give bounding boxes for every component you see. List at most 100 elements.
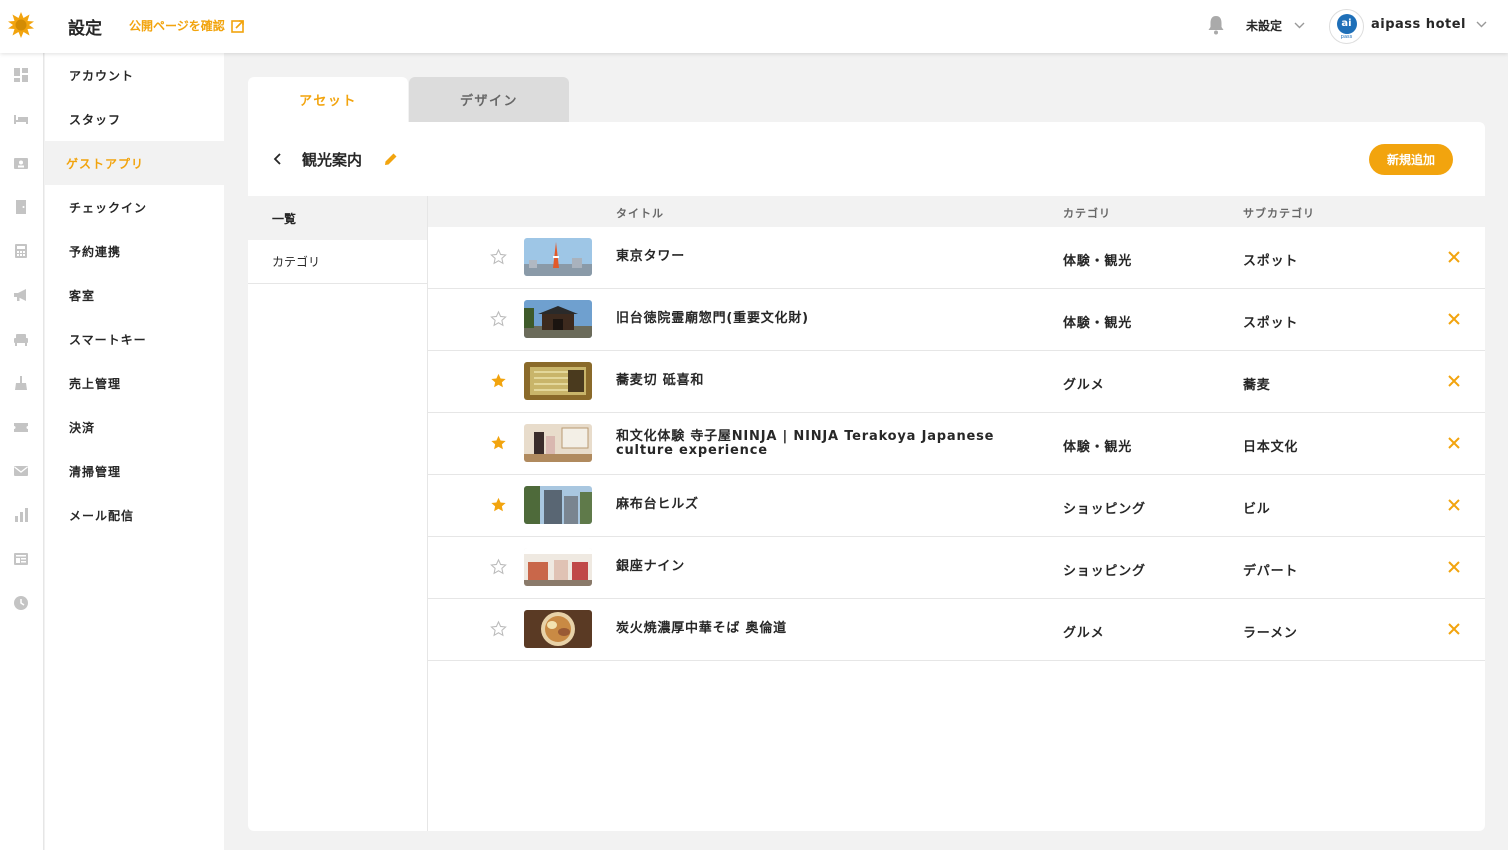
row-subcategory: スポット	[1243, 254, 1299, 269]
row-title: 蕎麦切 砥喜和	[616, 373, 705, 388]
contact-card-icon[interactable]	[13, 155, 29, 171]
card-title: 観光案内	[302, 151, 363, 169]
logo-icon[interactable]	[8, 12, 34, 38]
settings-menu: アカウント スタッフ ゲストアプリ チェックイン 予約連携 客室 スマートキー …	[45, 53, 224, 850]
row-title: 炭火焼濃厚中華そば 奥倫道	[616, 621, 787, 636]
menu-item-account[interactable]: アカウント	[45, 53, 224, 97]
close-icon[interactable]	[1448, 375, 1460, 387]
table-row[interactable]: 蕎麦切 砥喜和 グルメ 蕎麦	[428, 351, 1485, 413]
menu-item-staff[interactable]: スタッフ	[45, 97, 224, 141]
menu-item-mail[interactable]: メール配信	[45, 493, 224, 537]
armchair-icon[interactable]	[13, 331, 29, 347]
row-title: 東京タワー	[616, 249, 686, 264]
table-row[interactable]: 銀座ナイン ショッピング デパート	[428, 537, 1485, 599]
status-select[interactable]: 未設定	[1246, 17, 1305, 34]
menu-item-checkin[interactable]: チェックイン	[45, 185, 224, 229]
card-header: 観光案内 新規追加	[248, 122, 1485, 196]
dashboard-icon[interactable]	[13, 67, 29, 83]
close-icon[interactable]	[1448, 313, 1460, 325]
row-title: 旧台徳院霊廟惣門(重要文化財)	[616, 311, 809, 326]
clock-icon[interactable]	[13, 595, 29, 611]
row-title: 和文化体験 寺子屋NINJA | NINJA Terakoya Japanese…	[616, 429, 995, 458]
row-title: 銀座ナイン	[616, 559, 686, 574]
table-row[interactable]: 和文化体験 寺子屋NINJA | NINJA Terakoya Japanese…	[428, 413, 1485, 475]
top-header: 設定 公開ページを確認 未設定 ai pass aipass hotel	[0, 0, 1508, 53]
subnav-item-list[interactable]: 一覧	[248, 196, 427, 240]
door-icon[interactable]	[13, 199, 29, 215]
column-header-subcategory: サブカテゴリ	[1243, 207, 1315, 220]
bar-chart-icon[interactable]	[13, 507, 29, 523]
article-icon[interactable]	[13, 551, 29, 567]
tab-asset[interactable]: アセット	[248, 77, 408, 122]
ticket-icon[interactable]	[13, 419, 29, 435]
mail-icon[interactable]	[13, 463, 29, 479]
menu-item-payment[interactable]: 決済	[45, 405, 224, 449]
cleaning-icon[interactable]	[13, 375, 29, 391]
thumbnail-image	[524, 424, 592, 462]
external-link-icon	[230, 19, 244, 33]
close-icon[interactable]	[1448, 623, 1460, 635]
status-select-label: 未設定	[1246, 19, 1283, 33]
thumbnail-image	[524, 548, 592, 586]
table-row[interactable]: 麻布台ヒルズ ショッピング ビル	[428, 475, 1485, 537]
row-subcategory: 蕎麦	[1243, 378, 1271, 393]
table-row[interactable]: 旧台徳院霊廟惣門(重要文化財) 体験・観光 スポット	[428, 289, 1485, 351]
asset-table: タイトル カテゴリ サブカテゴリ 東京タワー 体験・観光 スポット 旧台徳院霊廟…	[428, 196, 1485, 661]
avatar-sub: pass	[1340, 33, 1353, 40]
thumbnail-image	[524, 300, 592, 338]
row-category: ショッピング	[1063, 564, 1146, 579]
table-row[interactable]: 炭火焼濃厚中華そば 奥倫道 グルメ ラーメン	[428, 599, 1485, 661]
table-row[interactable]: 東京タワー 体験・観光 スポット	[428, 227, 1485, 289]
content-card: 観光案内 新規追加 一覧 カテゴリ タイトル カテゴリ サブカテゴリ 東京タワー…	[248, 122, 1485, 831]
star-outline-icon[interactable]	[489, 558, 508, 576]
public-page-link[interactable]: 公開ページを確認	[129, 17, 245, 34]
avatar[interactable]: ai pass	[1329, 9, 1364, 44]
close-icon[interactable]	[1448, 499, 1460, 511]
row-category: 体験・観光	[1063, 254, 1133, 269]
menu-item-sales[interactable]: 売上管理	[45, 361, 224, 405]
row-subcategory: スポット	[1243, 316, 1299, 331]
megaphone-icon[interactable]	[13, 287, 29, 303]
calculator-icon[interactable]	[13, 243, 29, 259]
menu-item-guest-app[interactable]: ゲストアプリ	[45, 141, 224, 185]
row-subcategory: ビル	[1243, 502, 1271, 517]
row-category: 体験・観光	[1063, 316, 1133, 331]
row-title: 麻布台ヒルズ	[616, 497, 699, 512]
menu-item-rooms[interactable]: 客室	[45, 273, 224, 317]
hotel-select[interactable]: aipass hotel	[1371, 17, 1487, 32]
tab-design[interactable]: デザイン	[409, 77, 569, 122]
row-subcategory: デパート	[1243, 564, 1299, 579]
thumbnail-image	[524, 362, 592, 400]
row-subcategory: 日本文化	[1243, 440, 1299, 455]
star-outline-icon[interactable]	[489, 248, 508, 266]
add-new-button[interactable]: 新規追加	[1369, 144, 1453, 175]
star-filled-icon[interactable]	[489, 496, 508, 514]
row-subcategory: ラーメン	[1243, 626, 1298, 641]
star-outline-icon[interactable]	[489, 620, 508, 638]
thumbnail-image	[524, 238, 592, 276]
subnav-item-category[interactable]: カテゴリ	[248, 240, 427, 284]
chevron-down-icon	[1294, 22, 1305, 29]
row-category: ショッピング	[1063, 502, 1146, 517]
thumbnail-image	[524, 610, 592, 648]
menu-item-reservation-sync[interactable]: 予約連携	[45, 229, 224, 273]
menu-item-smart-key[interactable]: スマートキー	[45, 317, 224, 361]
chevron-left-icon[interactable]	[272, 152, 284, 166]
thumbnail-image	[524, 486, 592, 524]
star-filled-icon[interactable]	[489, 434, 508, 452]
sub-navigation: 一覧 カテゴリ	[248, 196, 428, 831]
table-header: タイトル カテゴリ サブカテゴリ	[428, 196, 1485, 227]
hotel-name: aipass hotel	[1371, 17, 1466, 32]
close-icon[interactable]	[1448, 437, 1460, 449]
close-icon[interactable]	[1448, 251, 1460, 263]
pencil-icon[interactable]	[383, 151, 399, 167]
menu-item-cleaning[interactable]: 清掃管理	[45, 449, 224, 493]
chevron-down-icon	[1476, 21, 1487, 28]
star-outline-icon[interactable]	[489, 310, 508, 328]
bell-icon[interactable]	[1207, 15, 1225, 35]
bed-icon[interactable]	[13, 111, 29, 127]
row-category: 体験・観光	[1063, 440, 1133, 455]
star-filled-icon[interactable]	[489, 372, 508, 390]
close-icon[interactable]	[1448, 561, 1460, 573]
row-category: グルメ	[1063, 626, 1105, 641]
